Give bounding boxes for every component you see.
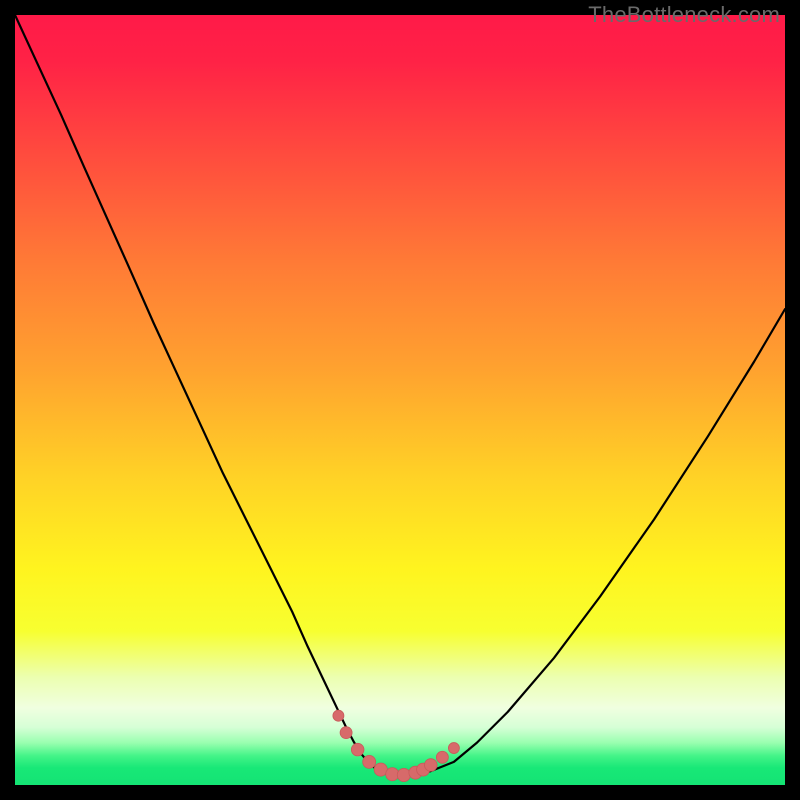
valley-marker [333,710,344,721]
valley-marker [363,755,376,768]
valley-marker [340,727,352,739]
bottleneck-curve [15,15,785,775]
valley-marker [425,759,438,772]
watermark-text: TheBottleneck.com [588,2,780,28]
valley-marker [397,768,410,781]
valley-marker [351,743,364,756]
valley-marker [448,743,459,754]
valley-marker [436,751,448,763]
valley-markers [333,710,460,781]
chart-stage: TheBottleneck.com [0,0,800,800]
curve-layer [15,15,785,785]
plot-area [15,15,785,785]
